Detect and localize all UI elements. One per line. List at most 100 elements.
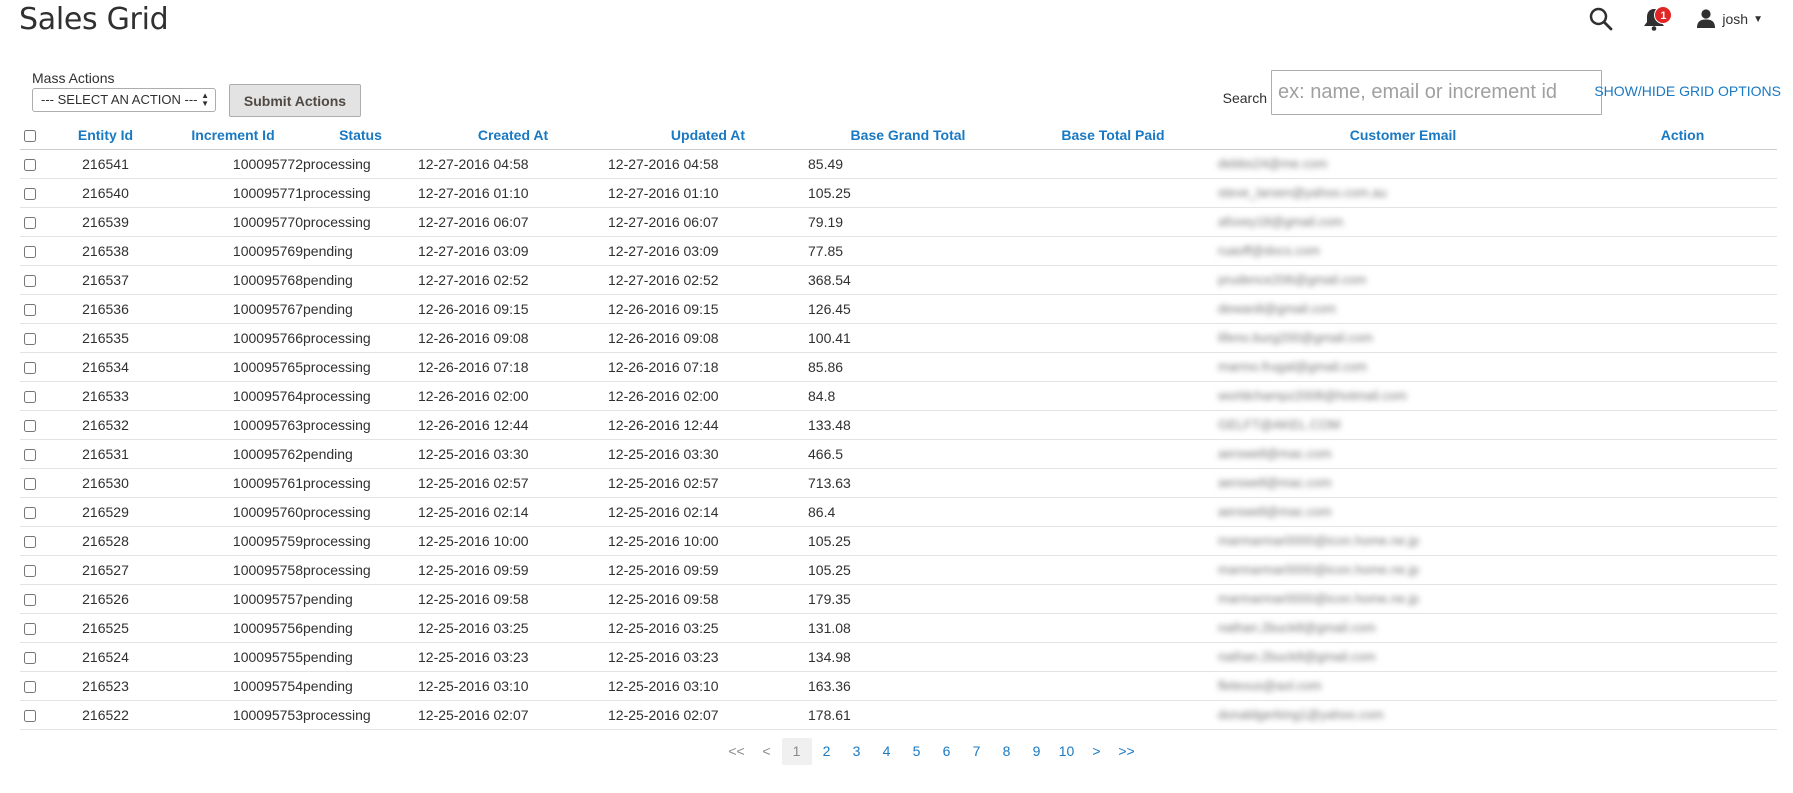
table-row[interactable]: 216523 100095754 pending 12-25-2016 03:10 12… [20, 671, 1777, 701]
pager-page-8[interactable]: 8 [992, 738, 1022, 765]
pager-page-2[interactable]: 2 [812, 738, 842, 765]
cell-customer-email: dewardi@gmail.com [1218, 294, 1588, 324]
header-status[interactable]: Status [303, 121, 418, 150]
row-checkbox[interactable] [24, 390, 36, 403]
cell-increment-id: 100095763 [163, 410, 303, 440]
header-base-total-paid[interactable]: Base Total Paid [1008, 121, 1218, 150]
cell-action [1588, 207, 1777, 237]
row-checkbox[interactable] [24, 680, 36, 693]
notifications-button[interactable]: 1 [1642, 6, 1673, 32]
grid-body: 216541 100095772 processing 12-27-2016 04:5… [20, 149, 1777, 730]
row-checkbox[interactable] [24, 274, 36, 287]
cell-created-at: 12-26-2016 02:00 [418, 381, 608, 411]
header-base-grand-total[interactable]: Base Grand Total [808, 121, 1008, 150]
table-row[interactable]: 216534 100095765 processing 12-26-2016 07:1… [20, 352, 1777, 382]
cell-updated-at: 12-25-2016 09:59 [608, 555, 808, 585]
table-row[interactable]: 216533 100095764 processing 12-26-2016 02:0… [20, 381, 1777, 411]
row-checkbox[interactable] [24, 535, 36, 548]
table-row[interactable]: 216524 100095755 pending 12-25-2016 03:23 12… [20, 642, 1777, 672]
header-customer-email[interactable]: Customer Email [1218, 121, 1588, 150]
search-input[interactable] [1271, 70, 1602, 115]
table-row[interactable]: 216528 100095759 processing 12-25-2016 10:0… [20, 526, 1777, 556]
table-row[interactable]: 216539 100095770 processing 12-27-2016 06:0… [20, 207, 1777, 237]
cell-entity-id: 216524 [48, 642, 163, 672]
mass-actions-select[interactable]: --- SELECT AN ACTION --- ▲ ▼ [32, 88, 216, 112]
row-select-cell [20, 439, 48, 469]
pager-page-7[interactable]: 7 [962, 738, 992, 765]
cell-customer-email: nathan.2buck8@gmail.com [1218, 642, 1588, 672]
header-action[interactable]: Action [1588, 121, 1777, 150]
cell-status: pending [303, 584, 418, 614]
grid-options-link[interactable]: SHOW/HIDE GRID OPTIONS [1594, 83, 1781, 99]
search-icon[interactable] [1588, 6, 1614, 32]
table-row[interactable]: 216538 100095769 pending 12-27-2016 03:09 12… [20, 236, 1777, 266]
cell-updated-at: 12-25-2016 02:07 [608, 700, 808, 730]
row-checkbox[interactable] [24, 158, 36, 171]
header-updated-at[interactable]: Updated At [608, 121, 808, 150]
table-row[interactable]: 216525 100095756 pending 12-25-2016 03:25 12… [20, 613, 1777, 643]
header-increment-id[interactable]: Increment Id [163, 121, 303, 150]
cell-created-at: 12-25-2016 02:07 [418, 700, 608, 730]
row-select-cell [20, 178, 48, 208]
row-checkbox[interactable] [24, 361, 36, 374]
cell-entity-id: 216540 [48, 178, 163, 208]
cell-base-total-paid [1008, 352, 1218, 382]
pager-next[interactable]: > [1082, 738, 1112, 765]
pager-page-4[interactable]: 4 [872, 738, 902, 765]
header-created-at[interactable]: Created At [418, 121, 608, 150]
table-row[interactable]: 216537 100095768 pending 12-27-2016 02:52 12… [20, 265, 1777, 295]
table-row[interactable]: 216529 100095760 processing 12-25-2016 02:1… [20, 497, 1777, 527]
table-row[interactable]: 216536 100095767 pending 12-26-2016 09:15 12… [20, 294, 1777, 324]
table-row[interactable]: 216532 100095763 processing 12-26-2016 12:4… [20, 410, 1777, 440]
pager-page-1[interactable]: 1 [781, 738, 812, 765]
cell-created-at: 12-25-2016 02:14 [418, 497, 608, 527]
row-checkbox[interactable] [24, 448, 36, 461]
pager-page-9[interactable]: 9 [1022, 738, 1052, 765]
row-checkbox[interactable] [24, 419, 36, 432]
table-row[interactable]: 216541 100095772 processing 12-27-2016 04:5… [20, 149, 1777, 179]
table-row[interactable]: 216540 100095771 processing 12-27-2016 01:1… [20, 178, 1777, 208]
row-checkbox[interactable] [24, 709, 36, 722]
row-select-cell [20, 323, 48, 353]
pager-page-6[interactable]: 6 [932, 738, 962, 765]
row-checkbox[interactable] [24, 564, 36, 577]
submit-actions-button[interactable]: Submit Actions [229, 84, 361, 117]
pager-first[interactable]: << [722, 738, 752, 765]
pager-page-10[interactable]: 10 [1052, 738, 1082, 765]
cell-base-total-paid [1008, 497, 1218, 527]
row-checkbox[interactable] [24, 506, 36, 519]
pager-page-3[interactable]: 3 [842, 738, 872, 765]
table-row[interactable]: 216526 100095757 pending 12-25-2016 09:58 12… [20, 584, 1777, 614]
row-select-cell [20, 410, 48, 440]
table-row[interactable]: 216531 100095762 pending 12-25-2016 03:30 12… [20, 439, 1777, 469]
table-row[interactable]: 216535 100095766 processing 12-26-2016 09:0… [20, 323, 1777, 353]
row-checkbox[interactable] [24, 593, 36, 606]
select-all-checkbox[interactable] [24, 130, 36, 143]
pager-last[interactable]: >> [1112, 738, 1142, 765]
cell-action [1588, 236, 1777, 266]
pager-prev[interactable]: < [752, 738, 782, 765]
row-checkbox[interactable] [24, 477, 36, 490]
cell-increment-id: 100095760 [163, 497, 303, 527]
cell-status: pending [303, 294, 418, 324]
cell-base-total-paid [1008, 584, 1218, 614]
cell-increment-id: 100095753 [163, 700, 303, 730]
cell-base-grand-total: 105.25 [808, 526, 1008, 556]
cell-created-at: 12-25-2016 10:00 [418, 526, 608, 556]
user-menu[interactable]: josh ▼ [1696, 8, 1763, 31]
cell-entity-id: 216534 [48, 352, 163, 382]
row-checkbox[interactable] [24, 245, 36, 258]
header-entity-id[interactable]: Entity Id [48, 121, 163, 150]
row-checkbox[interactable] [24, 303, 36, 316]
table-row[interactable]: 216522 100095753 processing 12-25-2016 02:0… [20, 700, 1777, 730]
table-row[interactable]: 216530 100095761 processing 12-25-2016 02:5… [20, 468, 1777, 498]
row-checkbox[interactable] [24, 187, 36, 200]
cell-status: processing [303, 555, 418, 585]
row-checkbox[interactable] [24, 622, 36, 635]
row-checkbox[interactable] [24, 651, 36, 664]
row-checkbox[interactable] [24, 216, 36, 229]
table-row[interactable]: 216527 100095758 processing 12-25-2016 09:5… [20, 555, 1777, 585]
row-checkbox[interactable] [24, 332, 36, 345]
cell-status: processing [303, 468, 418, 498]
pager-page-5[interactable]: 5 [902, 738, 932, 765]
